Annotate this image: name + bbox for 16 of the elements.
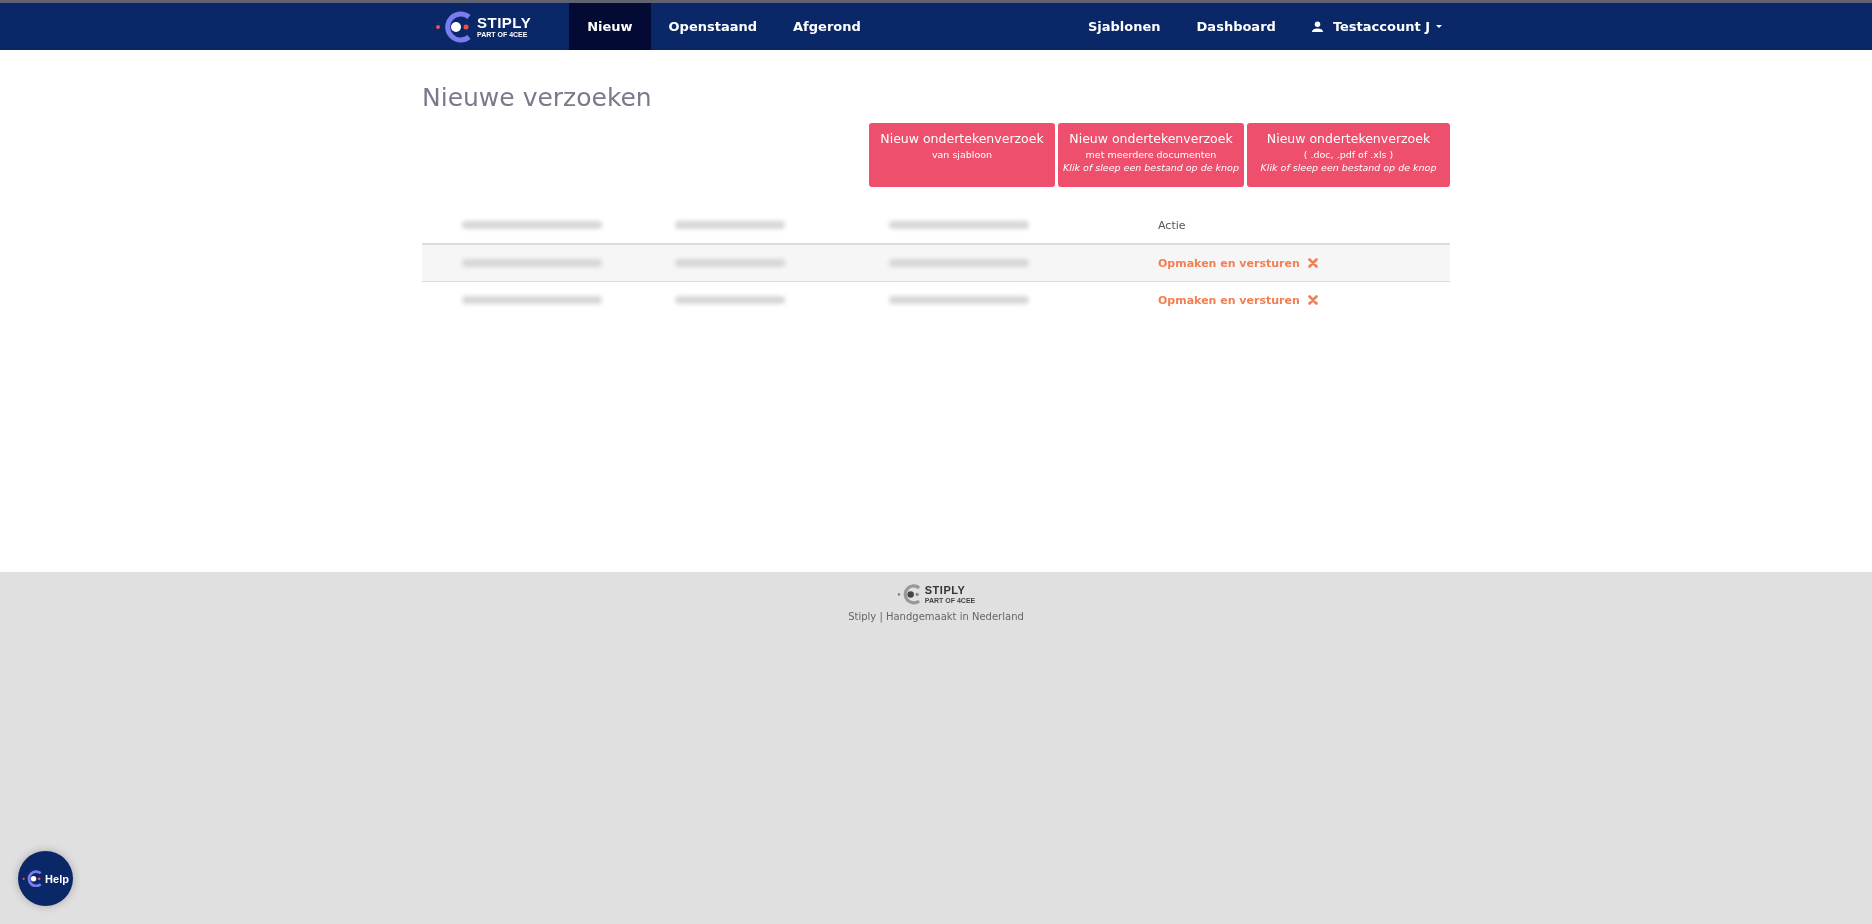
nav-tab[interactable]: Afgerond: [775, 3, 879, 50]
nav-tab[interactable]: Nieuw: [569, 3, 651, 50]
user-menu[interactable]: Testaccount J: [1311, 19, 1442, 34]
column-header: Actie: [1157, 218, 1186, 232]
page-title: Nieuwe verzoeken: [422, 83, 653, 112]
footer-text: Stiply | Handgemaakt in Nederland: [848, 610, 1024, 622]
new-request-button[interactable]: Nieuw ondertekenverzoek ( .doc, .pdf of .xls ) Klik of sleep een bestand op de knop: [1247, 123, 1450, 187]
nav-tab[interactable]: Openstaand: [650, 3, 776, 50]
delete-icon[interactable]: [1307, 258, 1318, 268]
caret-icon: [1436, 25, 1442, 28]
user-icon: [1311, 21, 1323, 32]
new-request-button[interactable]: Nieuw ondertekenverzoek van sjabloon: [869, 123, 1055, 187]
new-request-button[interactable]: Nieuw ondertekenverzoek met meerdere documenten Klik of sleep een bestand op de knop: [1058, 123, 1244, 187]
nav-link[interactable]: Dashboard: [1196, 19, 1276, 34]
nav-link[interactable]: Sjablonen: [1087, 19, 1161, 34]
delete-icon[interactable]: [1307, 295, 1318, 305]
